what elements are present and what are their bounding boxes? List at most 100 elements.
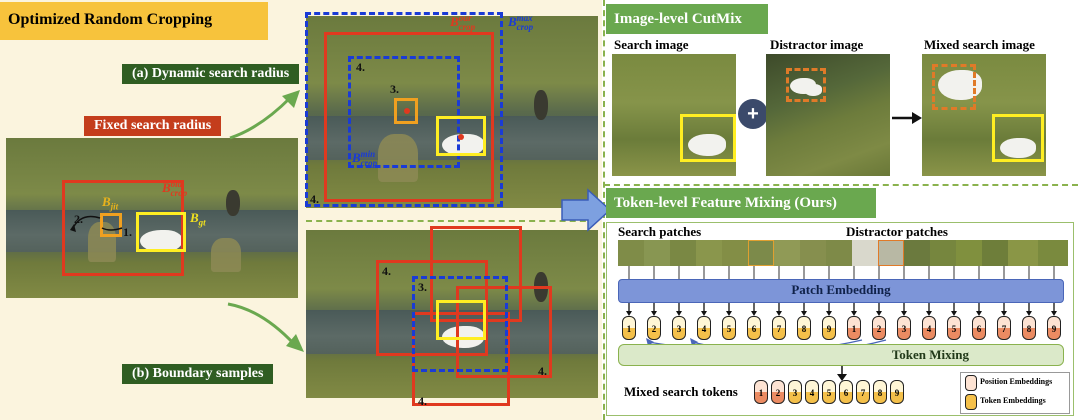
b-crop-min-label: Bmin crop [352,149,378,169]
search-patches-label: Search patches [618,224,702,239]
mixed-token: 5 [822,380,836,404]
token-number: 2 [876,324,882,334]
distractor-patch [982,240,1008,266]
jitter-arrows [70,215,123,232]
search-image-label: Search image [614,37,689,52]
boundary-gt-box [436,300,486,340]
search-patch [722,240,748,266]
token-number: 8 [1026,324,1032,334]
token-number: 6 [976,324,982,334]
search-patch [618,240,644,266]
mixed-token: 1 [754,380,768,404]
token-mixing-bar: Token Mixing [618,344,1064,366]
token-number: 4 [809,388,815,398]
b-crop-max-label: Bmax crop [508,13,534,33]
mixed-token: 4 [805,380,819,404]
step-4-label: 4. [538,364,547,378]
feature-title: Token-level Feature Mixing (Ours) [614,195,837,211]
mixed-token-row: 1 2 3 4 5 6 7 8 9 [754,380,914,406]
token-number: 8 [801,324,807,334]
search-gt-box [680,114,736,162]
distractor-patch [930,240,956,266]
token-number: 3 [676,324,682,334]
pasted-box [932,64,976,110]
search-patch [748,240,774,266]
distractor-patch [852,240,878,266]
plus-circle: + [738,99,768,129]
green-arrow-up [229,90,300,140]
patch-strip [618,240,1068,266]
gt-box [136,212,186,252]
token-number: 1 [851,324,857,334]
goose [534,90,548,120]
token-number: 8 [877,388,883,398]
mixed-image-label: Mixed search image [924,37,1035,52]
token-number: 2 [651,324,657,334]
gt-center-dot [458,134,464,140]
step-3-label: 3. [418,280,427,294]
diagram-canvas: Optimized Random Cropping Fixed search r… [0,0,1078,420]
search-patch [644,240,670,266]
token-number: 7 [776,324,782,334]
distractor-patch [1038,240,1068,266]
distractor-box [786,68,826,102]
legend-position-swatch [965,375,977,391]
token-number: 7 [1001,324,1007,334]
token-number: 9 [894,388,900,398]
token-number: 1 [758,388,764,398]
distractor-patch [956,240,982,266]
mixed-tokens-label: Mixed search tokens [624,384,738,399]
b-gt-label: Bgt [190,210,206,228]
horizontal-divider [604,184,1078,186]
distractor-patch [904,240,930,266]
distractor-image [766,54,890,176]
token-number: 2 [775,388,781,398]
token-number: 9 [1051,324,1057,334]
dynamic-radius-label: (a) Dynamic search radius [122,64,300,84]
boundary-samples-label: (b) Boundary samples [122,364,274,384]
plus-sign: + [747,103,759,125]
token-number: 5 [826,388,832,398]
patch-embedding-bar: Patch Embedding [618,279,1064,303]
cutmix-title: Image-level CutMix [614,11,742,27]
distractor-patch [1008,240,1038,266]
b-crop-our-label: Bour crop [450,13,476,33]
token-number: 5 [951,324,957,334]
step-4-label: 4. [310,192,319,206]
search-patch [774,240,800,266]
distractor-patches-label: Distractor patches [846,224,948,239]
step-4-label: 4. [418,394,427,408]
token-number: 4 [701,324,707,334]
legend-position-label: Position Embeddings [980,377,1053,386]
step-3-label: 3. [390,82,399,96]
token-number: 3 [901,324,907,334]
b-crop-old-label: Bold crop [162,179,188,199]
search-patch [800,240,826,266]
jitter-center-dot [404,108,410,114]
step-4-label: 4. [356,60,365,74]
patch-connectors [628,266,1055,280]
search-patch [670,240,696,266]
token-number: 3 [792,388,798,398]
token-number: 4 [926,324,932,334]
cutmix-arrow [892,112,922,124]
legend-token-swatch [965,394,977,410]
mixed-token: 7 [856,380,870,404]
token-mixing-label: Token Mixing [891,347,969,362]
step-4-label: 4. [382,264,391,278]
legend-token-label: Token Embeddings [980,396,1046,405]
token-number: 9 [826,324,832,334]
goose [226,190,240,216]
mixed-token: 8 [873,380,887,404]
patch-embedding-label: Patch Embedding [791,282,891,297]
token-number: 5 [726,324,732,334]
mixed-token: 3 [788,380,802,404]
token-number: 6 [751,324,757,334]
green-arrow-down [227,302,304,352]
reed-tuft [211,238,241,272]
fixed-radius-label: Fixed search radius [84,116,222,136]
token-number: 1 [626,324,632,334]
distractor-patch [878,240,904,266]
mixed-gt-box [992,114,1044,162]
token-arrows [626,303,1057,316]
